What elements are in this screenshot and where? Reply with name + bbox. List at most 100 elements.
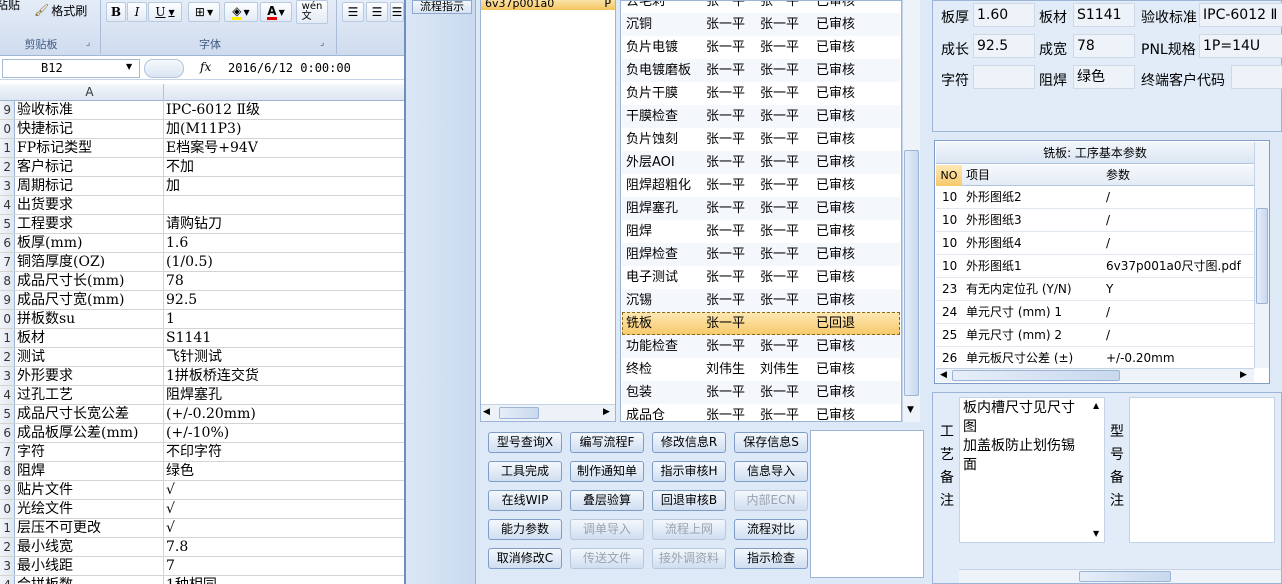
action-button[interactable]: 流程上网: [652, 519, 726, 540]
cell-a[interactable]: 合拼板数: [17, 576, 164, 584]
action-button[interactable]: 能力参数: [488, 519, 562, 540]
process-indicator-button[interactable]: 流程指示: [412, 0, 472, 14]
row-number[interactable]: 2: [0, 538, 15, 556]
action-button[interactable]: 回退审核B: [652, 490, 726, 511]
cell-b[interactable]: 不印字符: [166, 443, 404, 461]
cell-b[interactable]: 飞针测试: [166, 348, 404, 366]
cell-b[interactable]: 请购钻刀: [166, 215, 404, 233]
scrollbar-thumb[interactable]: [904, 150, 919, 396]
process-row[interactable]: 负片电镀 张一平 张一平 已审核: [622, 36, 900, 59]
cell-b[interactable]: 78: [166, 272, 404, 290]
cell-b[interactable]: (+/-0.20mm): [166, 405, 404, 423]
fill-color-button[interactable]: ◈ ▼: [224, 2, 258, 22]
model-list-selected-item[interactable]: 6v37p001a0 P: [481, 0, 615, 10]
cell-a[interactable]: 光绘文件: [17, 500, 164, 518]
row-number[interactable]: 0: [0, 310, 15, 328]
cell-a[interactable]: 最小线宽: [17, 538, 164, 556]
process-row[interactable]: 干膜检查 张一平 张一平 已审核: [622, 105, 900, 128]
column-header-no[interactable]: NO: [936, 165, 962, 186]
arrow-down-icon[interactable]: ▼: [907, 405, 914, 415]
cell-b[interactable]: √: [166, 519, 404, 537]
cell-a[interactable]: 外形要求: [17, 367, 164, 385]
param-grid-vscrollbar[interactable]: [1254, 142, 1269, 368]
align-left-button[interactable]: ☰: [342, 2, 364, 22]
row-number[interactable]: 3: [0, 177, 15, 195]
process-row[interactable]: 铣板 张一平 已回退: [622, 312, 900, 335]
cell-a[interactable]: 出货要求: [17, 196, 164, 214]
row-number[interactable]: 0: [0, 500, 15, 518]
cell-b[interactable]: 7: [166, 557, 404, 575]
row-number[interactable]: 9: [0, 101, 15, 119]
font-color-button[interactable]: A ▼: [260, 2, 292, 22]
underline-button[interactable]: U ▼: [148, 2, 182, 22]
cell-b[interactable]: 92.5: [166, 291, 404, 309]
action-button[interactable]: 指示检查: [734, 548, 808, 569]
cell-b[interactable]: 1.6: [166, 234, 404, 252]
length-field[interactable]: 92.5: [973, 34, 1035, 58]
mask-field[interactable]: 绿色: [1073, 65, 1135, 89]
dialog-launcher-icon[interactable]: ⌟: [86, 38, 90, 48]
row-number[interactable]: 5: [0, 405, 15, 423]
cell-b[interactable]: 7.8: [166, 538, 404, 556]
param-row[interactable]: 10 外形图纸4 /: [936, 232, 1254, 255]
arrow-left-icon[interactable]: ◀: [483, 407, 490, 417]
cell-b[interactable]: √: [166, 500, 404, 518]
cell-b[interactable]: [166, 196, 404, 214]
chevron-down-icon[interactable]: ▼: [126, 62, 132, 71]
model-list[interactable]: [480, 0, 616, 422]
cell-b[interactable]: 加: [166, 177, 404, 195]
row-number[interactable]: 8: [0, 462, 15, 480]
cell-a[interactable]: 客户标记: [17, 158, 164, 176]
action-button[interactable]: 叠层验算: [570, 490, 644, 511]
remarks-hscrollbar[interactable]: [959, 569, 1281, 583]
standard-field[interactable]: IPC-6012 Ⅱ: [1199, 3, 1282, 27]
param-row[interactable]: 10 外形图纸3 /: [936, 209, 1254, 232]
cell-a[interactable]: 成品尺寸长宽公差: [17, 405, 164, 423]
row-number[interactable]: 1: [0, 139, 15, 157]
material-field[interactable]: S1141: [1073, 3, 1135, 27]
process-row[interactable]: 电子测试 张一平 张一平 已审核: [622, 266, 900, 289]
process-row[interactable]: 负片干膜 张一平 张一平 已审核: [622, 82, 900, 105]
action-button[interactable]: 调单导入: [570, 519, 644, 540]
cell-b[interactable]: (1/0.5): [166, 253, 404, 271]
format-painter-button[interactable]: 🖌 格式刷: [34, 2, 87, 18]
process-row[interactable]: 阻焊塞孔 张一平 张一平 已审核: [622, 197, 900, 220]
row-number[interactable]: 7: [0, 253, 15, 271]
row-number[interactable]: 9: [0, 481, 15, 499]
scrollbar-thumb[interactable]: [952, 370, 1120, 381]
cell-a[interactable]: 板材: [17, 329, 164, 347]
process-row[interactable]: 阻焊检查 张一平 张一平 已审核: [622, 243, 900, 266]
formula-input[interactable]: 2016/6/12 0:00:00: [186, 59, 404, 78]
model-list-hscrollbar[interactable]: ◀ ▶: [481, 404, 615, 421]
scrollbar-thumb[interactable]: [499, 407, 539, 419]
dialog-launcher-icon[interactable]: ⌟: [320, 38, 324, 48]
process-row[interactable]: 功能检查 张一平 张一平 已审核: [622, 335, 900, 358]
cell-b[interactable]: (+/-10%): [166, 424, 404, 442]
column-header-item[interactable]: 项目: [966, 165, 990, 186]
row-number[interactable]: 9: [0, 291, 15, 309]
cell-a[interactable]: 过孔工艺: [17, 386, 164, 404]
row-number[interactable]: 4: [0, 196, 15, 214]
cell-a[interactable]: 成品尺寸宽(mm): [17, 291, 164, 309]
cell-a[interactable]: 测试: [17, 348, 164, 366]
cell-a[interactable]: 板厚(mm): [17, 234, 164, 252]
row-number[interactable]: 6: [0, 234, 15, 252]
arrow-up-icon[interactable]: ▲: [1093, 401, 1099, 410]
process-row[interactable]: 成品仓 张一平 张一平 已审核: [622, 404, 900, 421]
process-row[interactable]: 沉锡 张一平 张一平 已审核: [622, 289, 900, 312]
process-row[interactable]: 去毛刺 张一平 张一平 已审核: [622, 1, 900, 13]
cell-b[interactable]: √: [166, 481, 404, 499]
cell-b[interactable]: S1141: [166, 329, 404, 347]
thickness-field[interactable]: 1.60: [973, 3, 1035, 27]
cell-a[interactable]: 阻焊: [17, 462, 164, 480]
row-number[interactable]: 2: [0, 158, 15, 176]
param-row[interactable]: 23 有无内定位孔 (Y/N) Y: [936, 278, 1254, 301]
process-row[interactable]: 外层AOI 张一平 张一平 已审核: [622, 151, 900, 174]
process-row[interactable]: 沉铜 张一平 张一平 已审核: [622, 13, 900, 36]
cell-b[interactable]: E档案号+94V: [166, 139, 404, 157]
cell-a[interactable]: 贴片文件: [17, 481, 164, 499]
cell-a[interactable]: 成品板厚公差(mm): [17, 424, 164, 442]
char-field[interactable]: [973, 65, 1035, 89]
action-button[interactable]: 流程对比: [734, 519, 808, 540]
column-header-a[interactable]: A: [16, 84, 164, 101]
